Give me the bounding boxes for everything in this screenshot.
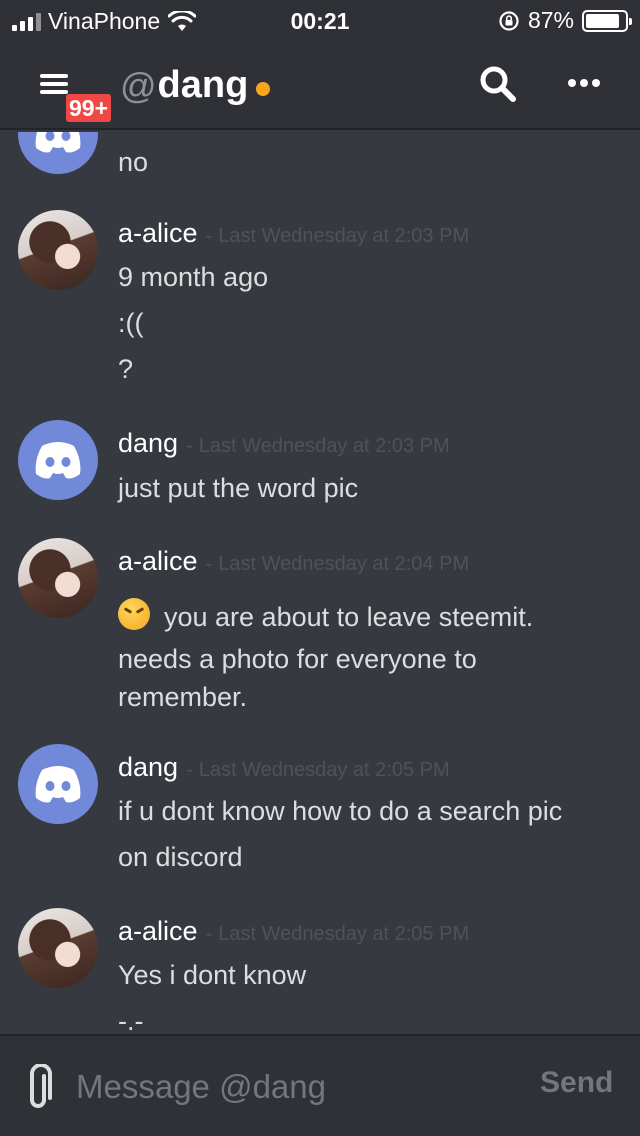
message-header: dang - Last Wednesday at 2:03 PM <box>118 428 450 459</box>
message-list[interactable]: no a-alice - Last Wednesday at 2:03 PM 9… <box>0 132 640 1032</box>
timestamp: Last Wednesday at 2:05 PM <box>218 923 470 945</box>
message-text: Yes i dont know <box>118 960 307 990</box>
message-text: if u dont know how to do a search pic <box>118 796 563 826</box>
avatar[interactable] <box>18 908 98 988</box>
timestamp: Last Wednesday at 2:05 PM <box>198 759 450 781</box>
more-options-button[interactable] <box>564 68 604 98</box>
avatar[interactable] <box>18 132 98 174</box>
message-header: a-alice - Last Wednesday at 2:05 PM <box>118 916 469 947</box>
message-text: ? <box>118 354 134 384</box>
menu-button[interactable]: 99+ <box>38 70 118 122</box>
channel-name: dang <box>157 64 249 106</box>
ellipsis-icon <box>568 79 576 87</box>
message-text: just put the word pic <box>118 473 359 503</box>
avatar[interactable] <box>18 538 98 618</box>
battery-level <box>586 13 620 28</box>
search-button[interactable] <box>478 64 518 104</box>
author-name[interactable]: dang <box>118 428 178 459</box>
message-composer: Send <box>0 1034 640 1136</box>
avatar[interactable] <box>18 744 98 824</box>
rotation-lock-icon <box>499 10 519 31</box>
separator: - <box>186 435 193 457</box>
status-right: 87% <box>498 7 632 34</box>
send-button[interactable]: Send <box>540 1066 613 1100</box>
presence-dot <box>256 81 271 96</box>
message-text: on discord <box>118 842 243 872</box>
message-text: 9 month ago <box>118 262 269 292</box>
persevering-face-emoji-icon <box>118 598 150 630</box>
discord-logo-icon <box>35 442 81 479</box>
channel-header: 99+ @ dang <box>0 56 640 122</box>
separator: - <box>205 923 213 945</box>
discord-logo-icon <box>35 132 81 153</box>
avatar[interactable] <box>18 210 98 290</box>
status-bar: VinaPhone 00:21 87% <box>0 0 640 40</box>
message-input[interactable] <box>76 1060 516 1114</box>
author-name[interactable]: a-alice <box>118 218 198 249</box>
message-header: a-alice - Last Wednesday at 2:04 PM <box>118 546 469 577</box>
message-text-with-emoji: you are about to leave steemit. <box>118 598 533 633</box>
top-bar: VinaPhone 00:21 87% 99+ @ dang <box>0 0 640 130</box>
timestamp: Last Wednesday at 2:04 PM <box>218 553 470 575</box>
timestamp: Last Wednesday at 2:03 PM <box>198 435 450 457</box>
timestamp: Last Wednesday at 2:03 PM <box>218 225 470 247</box>
battery-percent: 87% <box>527 7 574 33</box>
battery-icon <box>582 9 632 32</box>
avatar[interactable] <box>18 420 98 500</box>
author-name[interactable]: a-alice <box>118 916 198 947</box>
message-header: dang - Last Wednesday at 2:05 PM <box>118 752 450 783</box>
ellipsis-dot <box>592 79 600 87</box>
message-text: remember. <box>118 682 248 712</box>
message-text: you are about to leave steemit. <box>164 602 534 632</box>
channel-title[interactable]: @ dang <box>120 64 271 107</box>
message-header: a-alice - Last Wednesday at 2:03 PM <box>118 218 469 249</box>
separator: - <box>205 553 213 575</box>
search-icon <box>480 66 516 102</box>
attach-button[interactable] <box>22 1063 54 1114</box>
message-text: no <box>118 147 149 177</box>
separator: - <box>205 225 213 247</box>
author-name[interactable]: dang <box>118 752 178 783</box>
message-text: :(( <box>118 308 144 338</box>
author-name[interactable]: a-alice <box>118 546 198 577</box>
message-text: -.- <box>118 1006 144 1032</box>
discord-logo-icon <box>35 766 81 803</box>
paperclip-icon <box>30 1063 52 1108</box>
message-text: needs a photo for everyone to <box>118 644 477 674</box>
at-symbol: @ <box>120 64 157 106</box>
unread-badge: 99+ <box>66 94 112 122</box>
ellipsis-dot <box>580 79 588 87</box>
separator: - <box>186 759 193 781</box>
